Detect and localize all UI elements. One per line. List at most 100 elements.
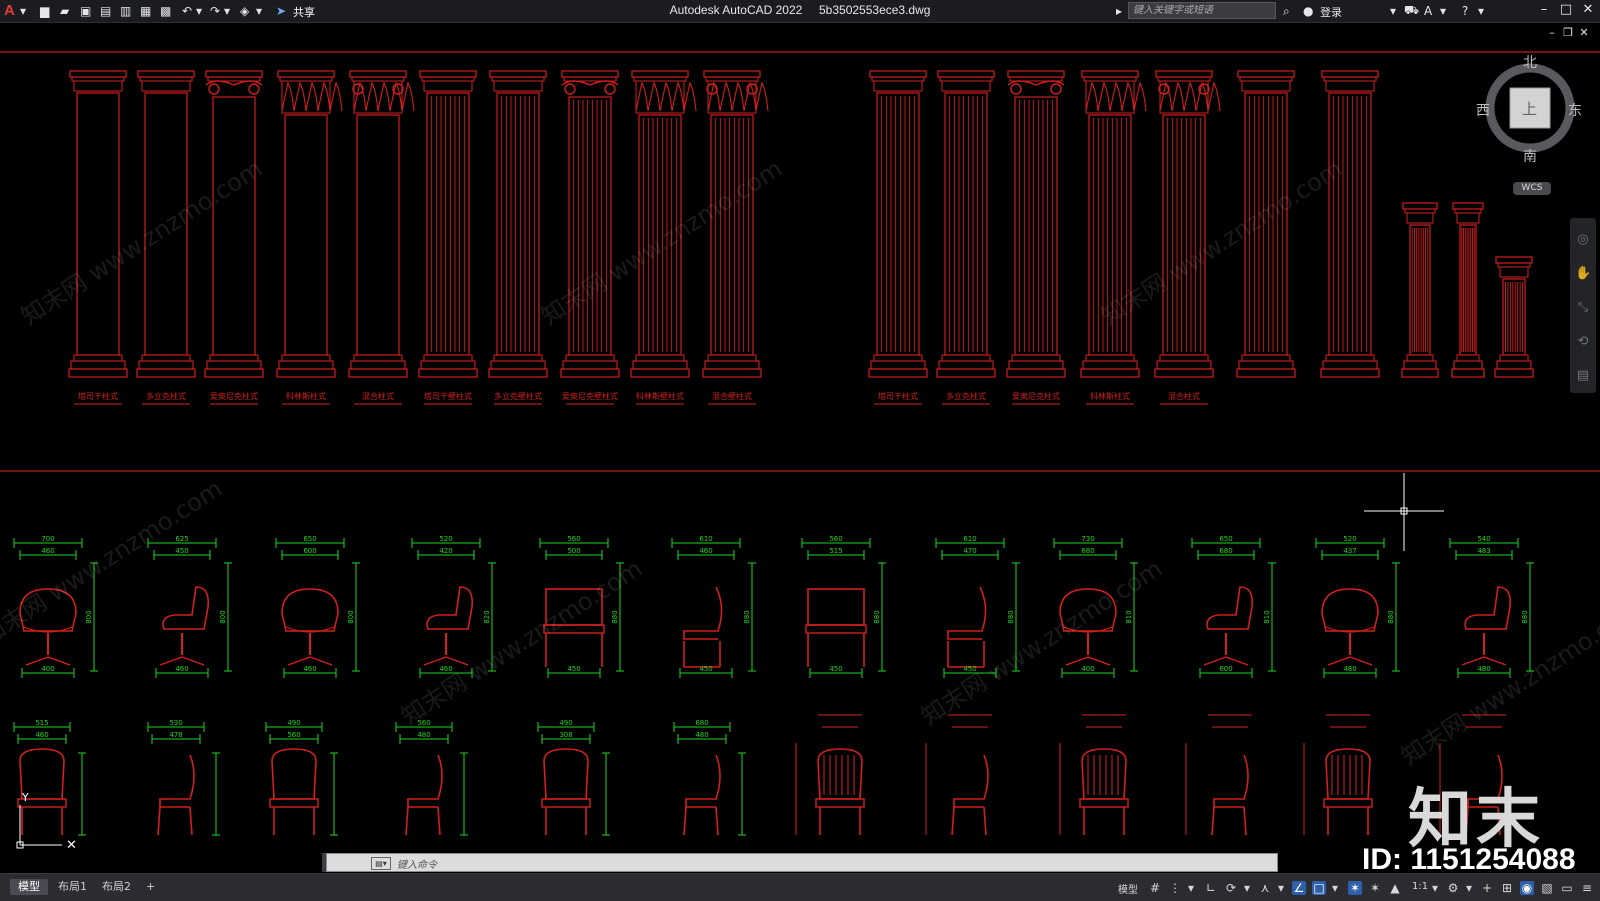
save-icon[interactable]: ▣ <box>80 4 91 18</box>
scale-dropdown-icon[interactable]: ▾ <box>1428 881 1442 895</box>
tab-layout1[interactable]: 布局1 <box>50 879 95 895</box>
column-label: 多立克柱式 <box>146 391 186 401</box>
grid-icon[interactable]: # <box>1148 881 1162 895</box>
command-line[interactable]: ▤▾ 键入命令 <box>326 853 1278 872</box>
viewcube-north[interactable]: 北 <box>1523 52 1537 72</box>
workspace-dropdown-icon[interactable]: ▾ <box>1462 881 1476 895</box>
annotation-scale[interactable]: 1:1 <box>1412 881 1428 892</box>
open-from-web-icon[interactable]: ▥ <box>120 4 131 18</box>
help-icon[interactable]: ? <box>1462 4 1468 18</box>
column-elevations <box>68 70 1534 378</box>
open-file-icon[interactable]: ▰ <box>60 4 69 18</box>
clean-screen-icon[interactable]: ▭ <box>1560 881 1574 895</box>
viewcube-top-face[interactable]: 上 <box>1522 98 1537 119</box>
steering-wheel-icon[interactable]: ◎ <box>1575 232 1591 248</box>
help-dropdown-icon[interactable]: ▾ <box>1478 4 1484 18</box>
dim-text: 880 <box>611 610 619 623</box>
customization-menu-icon[interactable]: ≡ <box>1580 881 1594 895</box>
tab-add[interactable]: + <box>138 879 163 895</box>
search-icon[interactable]: ⌕ <box>1283 4 1290 18</box>
column <box>488 70 548 378</box>
cart-icon[interactable]: ⛟ <box>1404 3 1419 18</box>
showmotion-icon[interactable]: ▤ <box>1575 368 1591 384</box>
chair-top-row <box>159 586 210 666</box>
command-input[interactable]: 键入命令 <box>397 856 437 871</box>
cad-drawing: 塔司干柱式 多立克柱式 爱奥尼克柱式 科林斯柱式 混合柱式 塔司干壁柱式 多立克壁柱式 爱奥尼… <box>0 51 1600 853</box>
user-icon[interactable]: ● <box>1303 4 1313 18</box>
close-icon[interactable]: ✕ <box>1580 2 1596 18</box>
column <box>1320 70 1380 378</box>
save-to-web-icon[interactable]: ▦ <box>140 4 151 18</box>
isodraft-dropdown-icon[interactable]: ▾ <box>1274 881 1288 895</box>
dim-text: 680 <box>1219 547 1232 555</box>
viewcube[interactable]: 北 南 东 西 上 <box>1476 55 1582 168</box>
login-dropdown-icon[interactable]: ▾ <box>1390 4 1396 18</box>
model-space-toggle[interactable]: 模型 <box>1118 881 1138 896</box>
annotation-visibility-icon[interactable]: ✶ <box>1348 881 1362 895</box>
zoom-extents-icon[interactable]: ⤡ <box>1575 300 1591 316</box>
isolate-objects-icon[interactable]: ◉ <box>1520 881 1534 895</box>
workspace-icon[interactable]: ◈ <box>240 4 249 18</box>
chair-top-row <box>19 588 77 666</box>
autodesk-a-icon[interactable]: A <box>1424 4 1432 18</box>
workspace-gear-icon[interactable]: ⚙ <box>1446 881 1460 895</box>
maximize-icon[interactable]: □ <box>1558 2 1574 18</box>
dim-text: 560 <box>567 535 580 543</box>
undo-dropdown-icon[interactable]: ▾ <box>196 4 202 18</box>
column <box>560 70 620 378</box>
dim-text: 600 <box>303 547 316 555</box>
save-as-icon[interactable]: ▤ <box>100 4 111 18</box>
expand-arrow-icon[interactable]: ▸ <box>1116 4 1122 18</box>
annotation-scale-icon[interactable]: ▲ <box>1388 881 1402 895</box>
column <box>1006 70 1066 378</box>
column <box>68 70 128 378</box>
column <box>418 70 478 378</box>
viewcube-south[interactable]: 南 <box>1523 146 1537 166</box>
drawing-canvas[interactable]: 塔司干柱式 多立克柱式 爱奥尼克柱式 科林斯柱式 混合柱式 塔司干壁柱式 多立克壁柱式 爱奥尼… <box>0 23 1600 873</box>
snap-dropdown-icon[interactable]: ▾ <box>1184 881 1198 895</box>
polar-icon[interactable]: ⟳ <box>1224 881 1238 895</box>
viewcube-west[interactable]: 西 <box>1476 100 1490 120</box>
dim-text: 800 <box>85 610 93 623</box>
undo-icon[interactable]: ↶ <box>182 4 192 18</box>
snap-icon[interactable]: ⋮ <box>1168 881 1182 895</box>
annotation-monitor-icon[interactable]: + <box>1480 881 1494 895</box>
tab-layout2[interactable]: 布局2 <box>94 879 139 895</box>
plot-icon[interactable]: ▩ <box>160 4 171 18</box>
redo-icon[interactable]: ↷ <box>210 4 220 18</box>
ortho-icon[interactable]: ∟ <box>1204 881 1218 895</box>
redo-dropdown-icon[interactable]: ▾ <box>224 4 230 18</box>
search-input[interactable]: 键入关键字或短语 <box>1128 2 1276 19</box>
polar-dropdown-icon[interactable]: ▾ <box>1240 881 1254 895</box>
share-label[interactable]: 共享 <box>293 4 315 20</box>
wcs-menu[interactable]: WCS <box>1513 182 1551 195</box>
osnap-tracking-icon[interactable]: ∠ <box>1292 881 1306 895</box>
dim-text: 480 <box>1477 665 1490 673</box>
dim-text: 460 <box>41 547 54 555</box>
pan-icon[interactable]: ✋ <box>1575 266 1591 282</box>
app-menu-chevron-icon[interactable]: ▾ <box>20 4 26 18</box>
autocad-logo-icon[interactable]: A <box>4 2 15 19</box>
hardware-accel-icon[interactable]: ▧ <box>1540 881 1554 895</box>
isodraft-icon[interactable]: ⋏ <box>1258 881 1272 895</box>
object-snap-icon[interactable]: □ <box>1312 881 1326 895</box>
orbit-icon[interactable]: ⟲ <box>1575 334 1591 350</box>
a-dropdown-icon[interactable]: ▾ <box>1440 4 1446 18</box>
share-icon[interactable]: ➤ <box>276 4 286 18</box>
tab-model[interactable]: 模型 <box>10 879 48 895</box>
osnap-dropdown-icon[interactable]: ▾ <box>1328 881 1342 895</box>
units-icon[interactable]: ⊞ <box>1500 881 1514 895</box>
customize-dropdown-icon[interactable]: ▾ <box>256 4 262 18</box>
chair-top-row <box>1321 588 1379 666</box>
dim-text: 625 <box>175 535 188 543</box>
auto-scale-icon[interactable]: ✶ <box>1368 881 1382 895</box>
viewcube-east[interactable]: 东 <box>1568 100 1582 120</box>
login-label[interactable]: 登录 <box>1320 4 1342 20</box>
column <box>204 70 264 378</box>
column <box>1451 202 1485 378</box>
command-prompt-icon[interactable]: ▤▾ <box>371 857 391 870</box>
dim-text: 478 <box>169 731 182 739</box>
column <box>936 70 996 378</box>
minimize-icon[interactable]: – <box>1536 2 1552 18</box>
new-file-icon[interactable]: ▆ <box>40 4 49 18</box>
